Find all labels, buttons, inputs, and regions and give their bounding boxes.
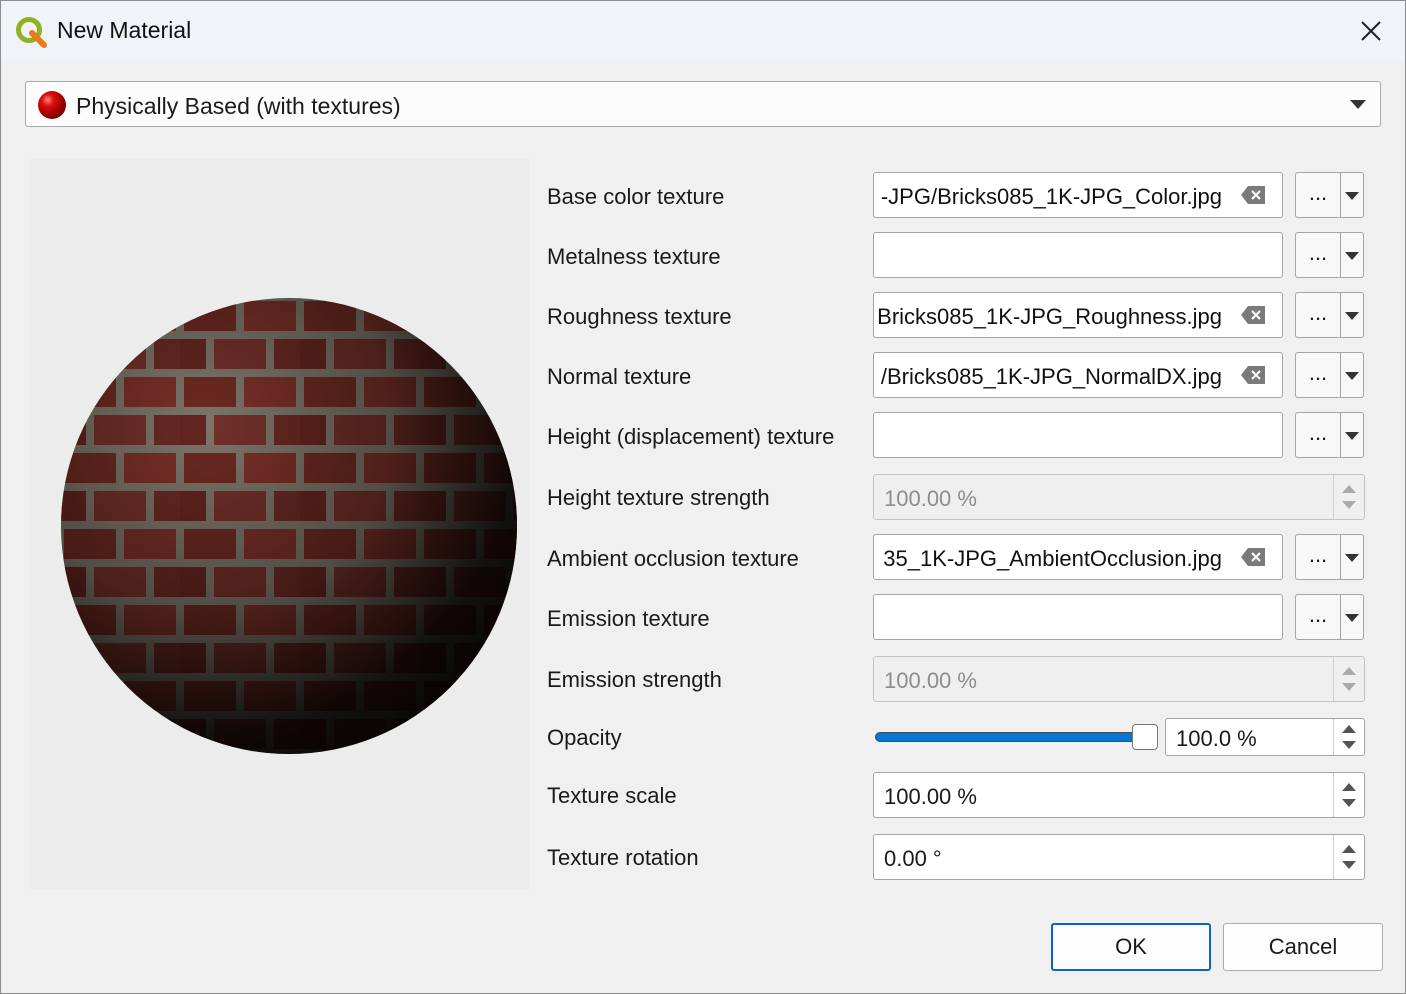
ambient-occlusion-browse-button[interactable]: ... (1295, 534, 1341, 580)
opacity-stepper[interactable] (1333, 719, 1364, 755)
arrow-up-icon (1342, 783, 1356, 791)
base-color-texture-input[interactable]: -JPG/Bricks085_1K-JPG_Color.jpg (873, 172, 1283, 218)
opacity-slider-track[interactable] (875, 732, 1137, 742)
texture-scale-stepper[interactable] (1333, 773, 1364, 817)
emission-strength-value: 100.00 % (884, 668, 977, 693)
emission-strength-stepper[interactable] (1333, 657, 1364, 701)
roughness-options-dropdown[interactable] (1341, 292, 1364, 338)
opacity-spinbox[interactable]: 100.0 % (1165, 718, 1365, 756)
texture-rotation-label: Texture rotation (547, 845, 699, 870)
clear-icon[interactable] (1240, 545, 1268, 569)
clear-icon[interactable] (1240, 303, 1268, 327)
metalness-options-dropdown[interactable] (1341, 232, 1364, 278)
emission-texture-input[interactable] (873, 594, 1283, 640)
height-strength-spinbox[interactable]: 100.00 % (873, 474, 1365, 520)
height-browse-button[interactable]: ... (1295, 412, 1341, 458)
clear-icon[interactable] (1240, 363, 1268, 387)
window-title: New Material (57, 17, 192, 43)
chevron-down-icon (1345, 252, 1359, 260)
chevron-down-icon (1350, 100, 1366, 109)
arrow-down-icon (1342, 683, 1356, 691)
ambient-occlusion-texture-input[interactable]: 35_1K-JPG_AmbientOcclusion.jpg (873, 534, 1283, 580)
texture-scale-spinbox[interactable]: 100.00 % (873, 772, 1365, 818)
qgis-icon (16, 17, 47, 48)
material-preview-sphere (61, 298, 517, 754)
arrow-down-icon (1342, 501, 1356, 509)
base-color-texture-label: Base color texture (547, 184, 725, 209)
ambient-occlusion-options-dropdown[interactable] (1341, 534, 1364, 580)
red-sphere-icon (38, 91, 66, 119)
roughness-texture-input[interactable]: Bricks085_1K-JPG_Roughness.jpg (873, 292, 1283, 338)
normal-texture-path: /Bricks085_1K-JPG_NormalDX.jpg (880, 364, 1222, 389)
texture-scale-label: Texture scale (547, 783, 677, 808)
emission-texture-label: Emission texture (547, 606, 710, 631)
height-strength-stepper[interactable] (1333, 475, 1364, 519)
base-color-browse-button[interactable]: ... (1295, 172, 1341, 218)
emission-options-dropdown[interactable] (1341, 594, 1364, 640)
opacity-label: Opacity (547, 725, 622, 750)
ok-button[interactable]: OK (1051, 923, 1211, 971)
height-options-dropdown[interactable] (1341, 412, 1364, 458)
height-strength-label: Height texture strength (547, 485, 770, 510)
close-button[interactable] (1347, 11, 1395, 51)
material-type-label: Physically Based (with textures) (76, 93, 401, 119)
height-texture-label: Height (displacement) texture (547, 424, 835, 449)
normal-browse-button[interactable]: ... (1295, 352, 1341, 398)
base-color-texture-path: -JPG/Bricks085_1K-JPG_Color.jpg (880, 184, 1222, 209)
arrow-down-icon (1342, 741, 1356, 749)
new-material-dialog: New Material Physically Based (with text… (0, 0, 1406, 994)
arrow-up-icon (1342, 725, 1356, 733)
roughness-texture-label: Roughness texture (547, 304, 732, 329)
normal-texture-input[interactable]: /Bricks085_1K-JPG_NormalDX.jpg (873, 352, 1283, 398)
arrow-up-icon (1342, 845, 1356, 853)
close-icon (1361, 21, 1381, 41)
metalness-texture-label: Metalness texture (547, 244, 721, 269)
chevron-down-icon (1345, 192, 1359, 200)
opacity-slider-handle[interactable] (1132, 724, 1158, 750)
roughness-texture-path: Bricks085_1K-JPG_Roughness.jpg (877, 304, 1222, 329)
height-strength-value: 100.00 % (884, 486, 977, 511)
ambient-occlusion-texture-label: Ambient occlusion texture (547, 546, 799, 571)
opacity-value: 100.0 % (1176, 726, 1257, 751)
texture-rotation-spinbox[interactable]: 0.00 ° (873, 834, 1365, 880)
emission-strength-spinbox[interactable]: 100.00 % (873, 656, 1365, 702)
texture-rotation-stepper[interactable] (1333, 835, 1364, 879)
cancel-button[interactable]: Cancel (1223, 923, 1383, 971)
metalness-browse-button[interactable]: ... (1295, 232, 1341, 278)
texture-rotation-value: 0.00 ° (884, 846, 942, 871)
chevron-down-icon (1345, 554, 1359, 562)
roughness-browse-button[interactable]: ... (1295, 292, 1341, 338)
chevron-down-icon (1345, 372, 1359, 380)
ambient-occlusion-texture-path: 35_1K-JPG_AmbientOcclusion.jpg (883, 546, 1222, 571)
arrow-up-icon (1342, 485, 1356, 493)
material-type-combo[interactable]: Physically Based (with textures) (25, 81, 1381, 127)
clear-icon[interactable] (1240, 183, 1268, 207)
chevron-down-icon (1345, 312, 1359, 320)
emission-browse-button[interactable]: ... (1295, 594, 1341, 640)
chevron-down-icon (1345, 614, 1359, 622)
normal-options-dropdown[interactable] (1341, 352, 1364, 398)
metalness-texture-input[interactable] (873, 232, 1283, 278)
emission-strength-label: Emission strength (547, 667, 722, 692)
chevron-down-icon (1345, 432, 1359, 440)
arrow-down-icon (1342, 799, 1356, 807)
normal-texture-label: Normal texture (547, 364, 692, 389)
arrow-down-icon (1342, 861, 1356, 869)
arrow-up-icon (1342, 667, 1356, 675)
texture-scale-value: 100.00 % (884, 784, 977, 809)
base-color-options-dropdown[interactable] (1341, 172, 1364, 218)
height-texture-input[interactable] (873, 412, 1283, 458)
title-bar: New Material (1, 1, 1405, 61)
